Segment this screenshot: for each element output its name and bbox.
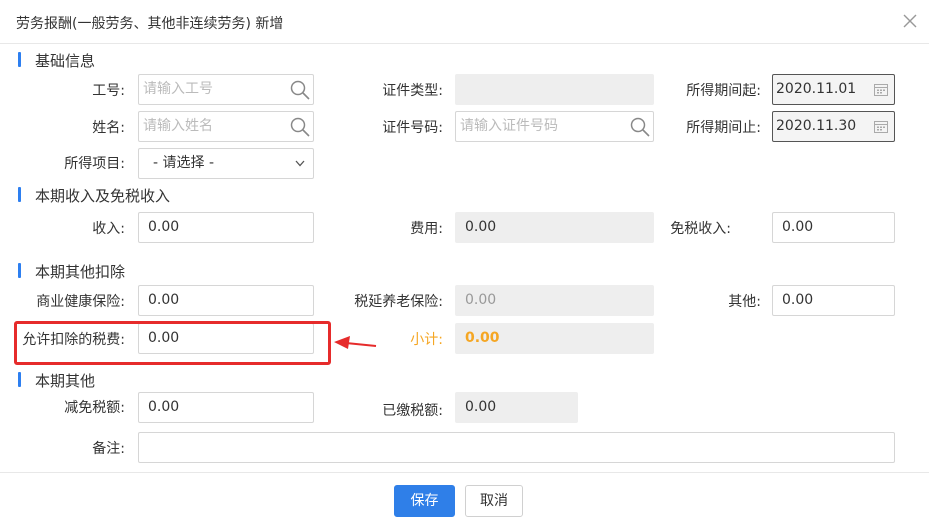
section-title-other: 本期其他 xyxy=(35,372,96,390)
period-end-input[interactable]: 2020.11.30 xyxy=(772,111,895,142)
calendar-icon[interactable] xyxy=(874,83,888,96)
save-button[interactable]: 保存 xyxy=(394,485,455,517)
period-start-label: 所得期间起: xyxy=(686,83,761,99)
section-title-income: 本期收入及免税收入 xyxy=(35,187,171,205)
pension-label: 税延养老保险: xyxy=(354,294,443,310)
id-number-placeholder: 请输入证件号码 xyxy=(460,118,558,134)
pension-field: 0.00 xyxy=(455,285,654,316)
arrow-left-icon xyxy=(334,336,377,349)
expense-value: 0.00 xyxy=(465,219,497,235)
subtotal-value: 0.00 xyxy=(465,330,500,346)
name-label: 姓名: xyxy=(92,120,125,136)
income-item-select[interactable]: - 请选择 - xyxy=(138,148,314,179)
income-item-selected: - 请选择 - xyxy=(153,155,215,171)
chevron-down-icon[interactable] xyxy=(295,160,305,167)
period-end-label: 所得期间止: xyxy=(686,120,761,136)
tax-free-input[interactable]: 0.00 xyxy=(772,212,895,243)
calendar-icon[interactable] xyxy=(874,120,888,133)
employee-id-label: 工号: xyxy=(92,83,125,99)
period-start-input[interactable]: 2020.11.01 xyxy=(772,74,895,105)
section-marker xyxy=(18,52,21,67)
id-number-label: 证件号码: xyxy=(382,120,443,136)
tax-paid-label: 已缴税额: xyxy=(382,403,443,419)
remark-label: 备注: xyxy=(92,441,125,457)
income-item-label: 所得项目: xyxy=(64,156,125,172)
section-marker xyxy=(18,187,21,202)
section-marker xyxy=(18,372,21,387)
subtotal-field: 0.00 xyxy=(455,323,654,354)
tax-paid-field: 0.00 xyxy=(455,392,578,423)
income-label: 收入: xyxy=(92,221,125,237)
health-insurance-label: 商业健康保险: xyxy=(36,294,125,310)
id-type-field xyxy=(455,74,654,105)
expense-label: 费用: xyxy=(410,221,443,237)
health-insurance-input[interactable]: 0.00 xyxy=(138,285,314,316)
search-icon[interactable] xyxy=(289,79,311,101)
section-title-basic: 基础信息 xyxy=(35,52,96,70)
other-deduction-value: 0.00 xyxy=(782,292,814,308)
tax-free-value: 0.00 xyxy=(782,219,814,235)
name-input[interactable]: 请输入姓名 xyxy=(138,111,314,142)
section-title-deduction: 本期其他扣除 xyxy=(35,263,126,281)
dialog-header: 劳务报酬(一般劳务、其他非连续劳务) 新增 xyxy=(0,0,929,44)
employee-id-placeholder: 请输入工号 xyxy=(143,81,213,97)
other-deduction-label: 其他: xyxy=(728,294,761,310)
remark-input[interactable] xyxy=(138,432,895,463)
period-end-value: 2020.11.30 xyxy=(776,118,857,134)
cancel-button[interactable]: 取消 xyxy=(465,485,523,517)
dialog-body: 基础信息 工号: 请输入工号 证件类型: 所得期间起: 2020.11.01 姓… xyxy=(0,44,929,472)
period-start-value: 2020.11.01 xyxy=(776,81,857,97)
dialog-footer: 保存 取消 xyxy=(0,472,929,530)
income-input[interactable]: 0.00 xyxy=(138,212,314,243)
tax-reduction-input[interactable]: 0.00 xyxy=(138,392,314,423)
other-deduction-input[interactable]: 0.00 xyxy=(772,285,895,316)
pension-value: 0.00 xyxy=(465,292,497,308)
income-value: 0.00 xyxy=(148,219,180,235)
tax-paid-value: 0.00 xyxy=(465,399,497,415)
search-icon[interactable] xyxy=(289,116,311,138)
id-type-label: 证件类型: xyxy=(382,83,443,99)
dialog-title: 劳务报酬(一般劳务、其他非连续劳务) 新增 xyxy=(16,16,284,32)
tax-reduction-label: 减免税额: xyxy=(64,400,125,416)
section-marker xyxy=(18,263,21,278)
tax-reduction-value: 0.00 xyxy=(148,399,180,415)
employee-id-input[interactable]: 请输入工号 xyxy=(138,74,314,105)
highlight-box xyxy=(14,321,331,365)
tax-free-label: 免税收入: xyxy=(670,221,731,237)
name-placeholder: 请输入姓名 xyxy=(143,118,213,134)
subtotal-label: 小计: xyxy=(410,332,443,348)
expense-field: 0.00 xyxy=(455,212,654,243)
close-icon[interactable] xyxy=(901,12,919,30)
health-insurance-value: 0.00 xyxy=(148,292,180,308)
search-icon[interactable] xyxy=(629,116,651,138)
id-number-input[interactable]: 请输入证件号码 xyxy=(455,111,654,142)
